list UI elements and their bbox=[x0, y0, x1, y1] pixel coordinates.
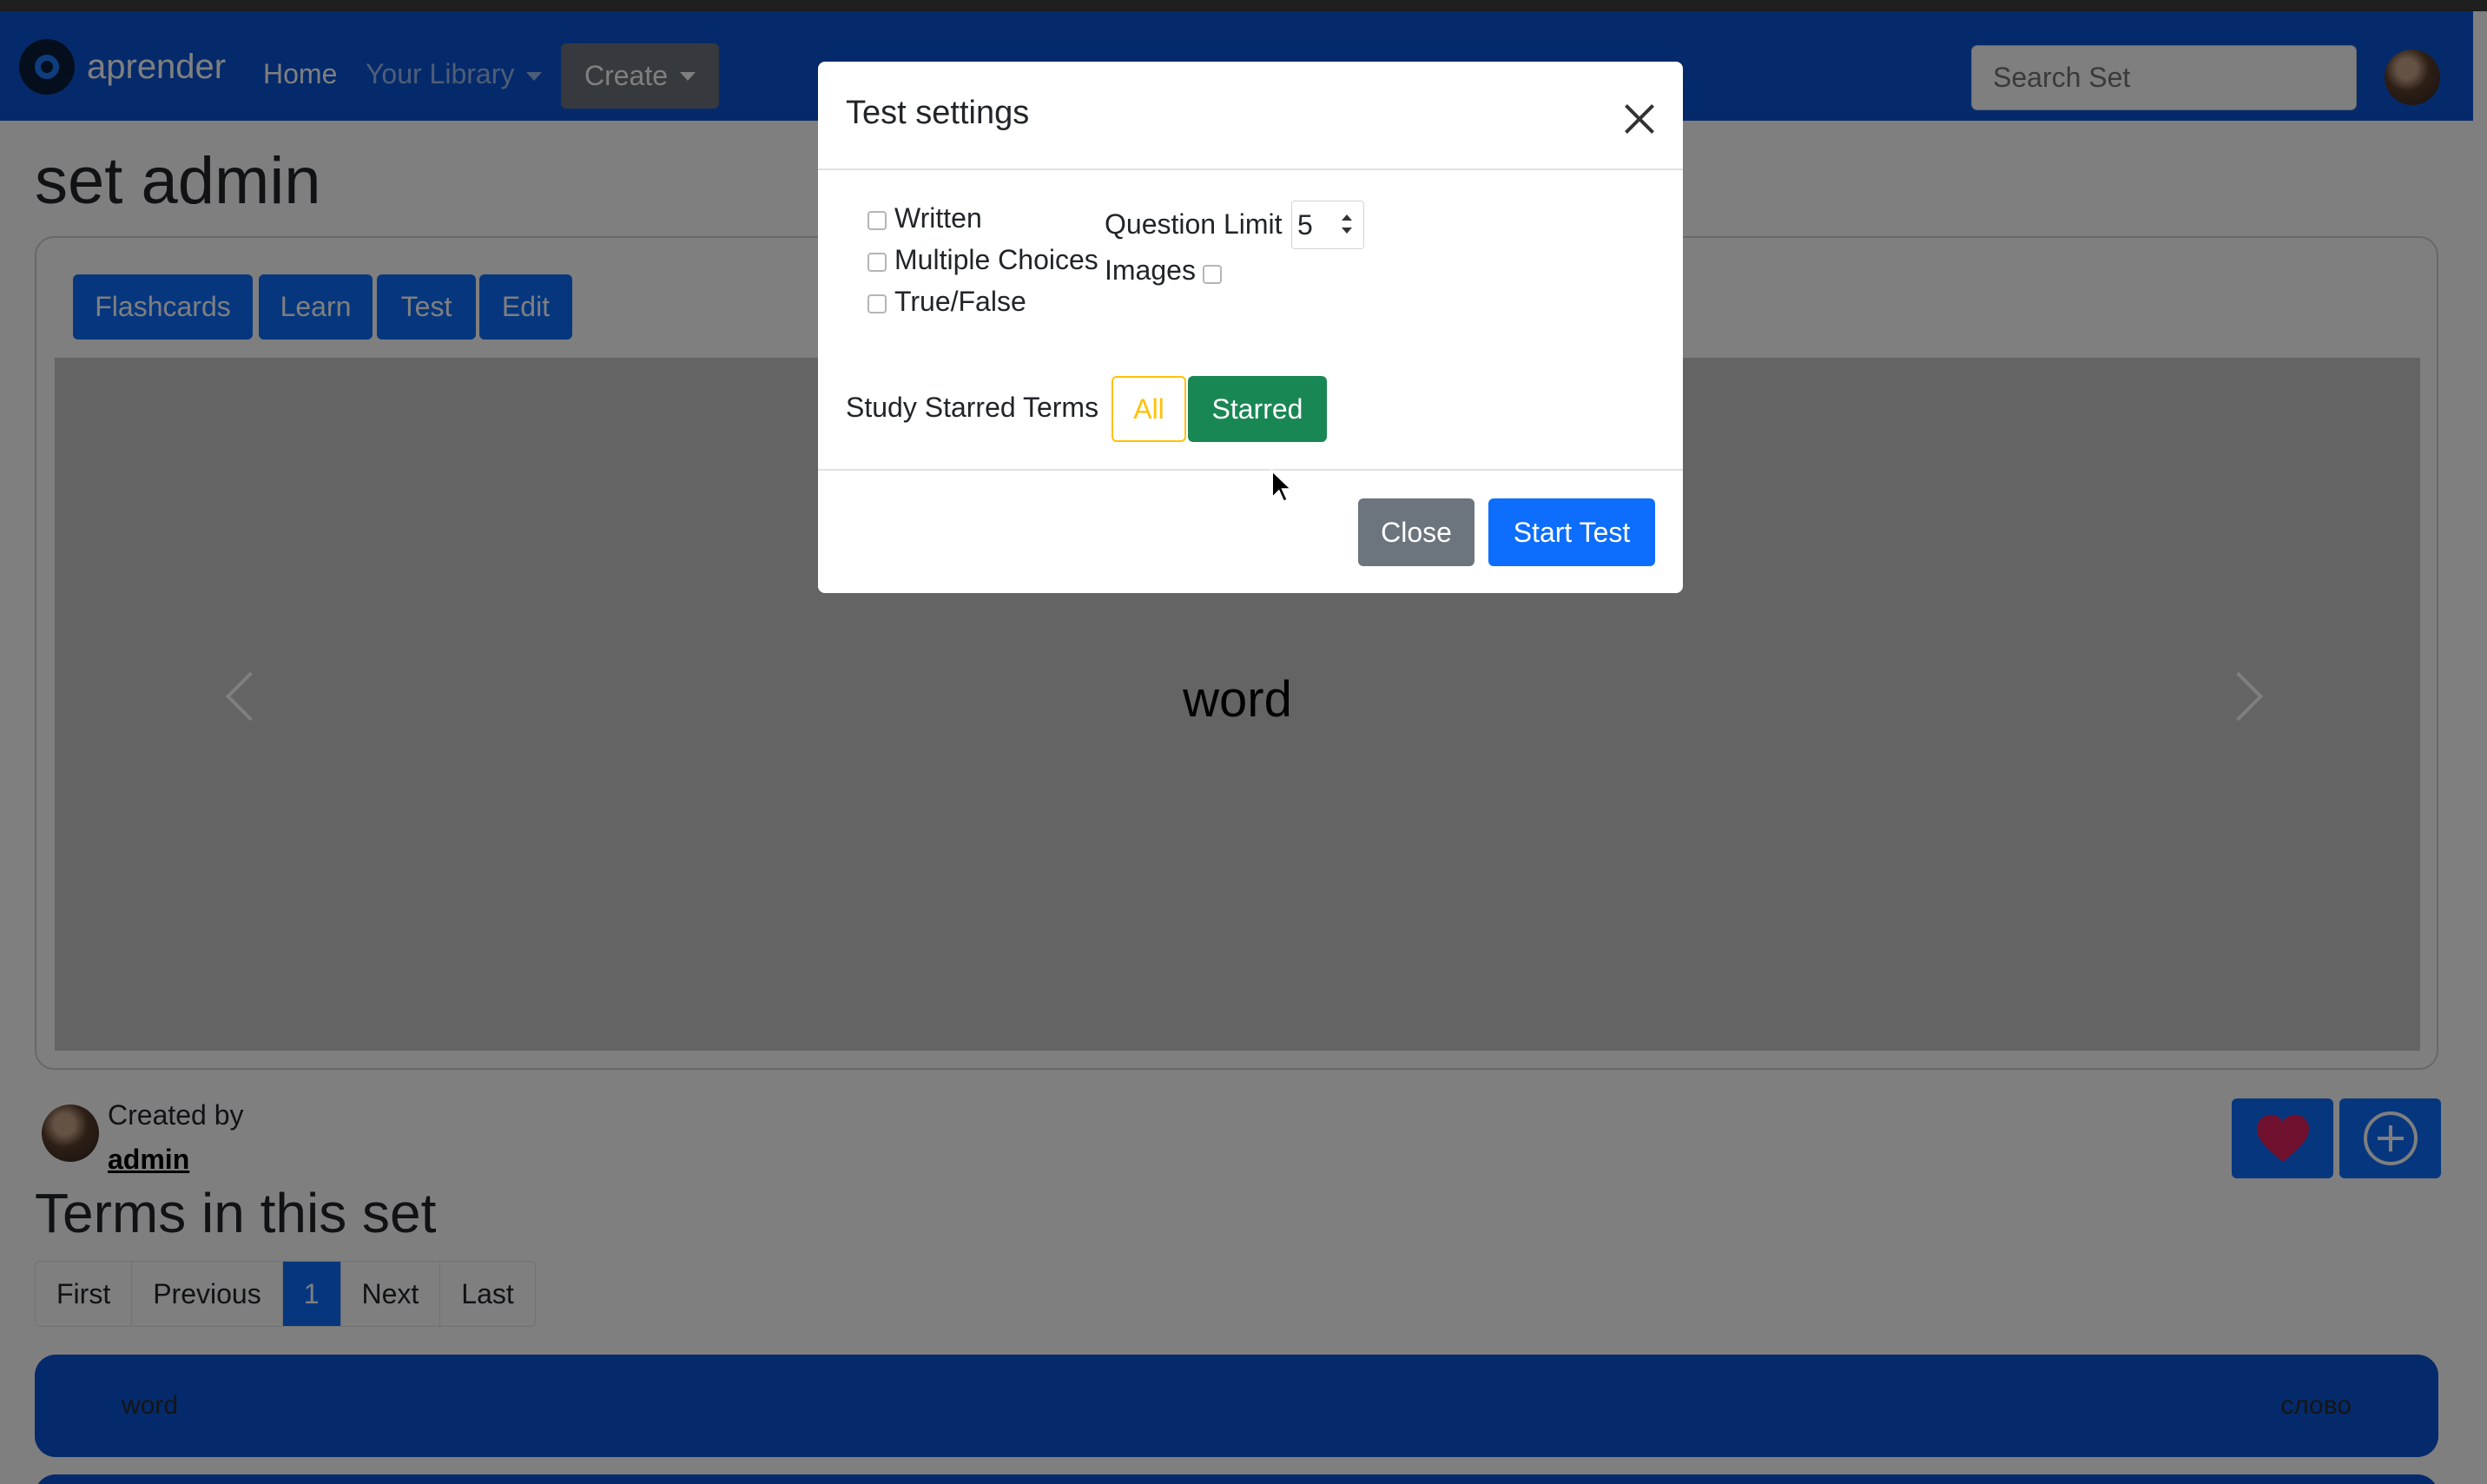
true-false-checkbox[interactable] bbox=[867, 294, 887, 313]
starred-terms-button[interactable]: Starred bbox=[1188, 376, 1327, 442]
true-false-label: True/False bbox=[894, 286, 1026, 317]
images-label: Images bbox=[1105, 254, 1196, 286]
all-terms-button[interactable]: All bbox=[1112, 376, 1186, 442]
modal-header-divider bbox=[818, 168, 1683, 170]
start-test-button[interactable]: Start Test bbox=[1488, 498, 1655, 566]
spinner-arrows-icon[interactable] bbox=[1339, 212, 1355, 238]
modal-footer-divider bbox=[818, 469, 1683, 471]
written-label: Written bbox=[894, 202, 982, 234]
study-starred-label: Study Starred Terms bbox=[846, 392, 1099, 423]
test-settings-modal: Test settings Written Multiple Choices T… bbox=[818, 62, 1683, 593]
mouse-cursor-icon bbox=[1270, 469, 1294, 504]
multiple-choices-checkbox[interactable] bbox=[867, 253, 887, 272]
written-checkbox[interactable] bbox=[867, 211, 887, 230]
question-limit-label: Question Limit bbox=[1105, 208, 1283, 240]
multiple-choices-label: Multiple Choices bbox=[894, 244, 1098, 275]
close-icon[interactable] bbox=[1619, 98, 1660, 140]
images-checkbox[interactable] bbox=[1203, 265, 1222, 284]
modal-title: Test settings bbox=[846, 95, 1030, 131]
question-limit-input[interactable]: 5 bbox=[1291, 201, 1364, 249]
close-button[interactable]: Close bbox=[1358, 498, 1474, 566]
question-limit-value: 5 bbox=[1297, 208, 1313, 241]
